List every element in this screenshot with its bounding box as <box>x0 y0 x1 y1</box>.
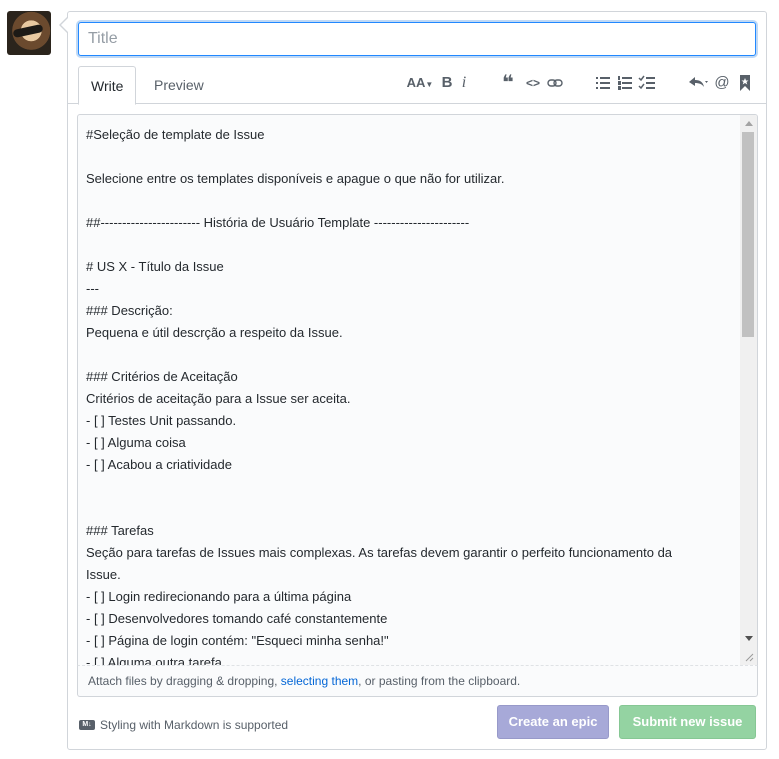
resize-handle[interactable] <box>740 648 756 664</box>
editor-line: - [ ] Desenvolvedores tomando café const… <box>86 611 388 626</box>
task-list-icon <box>638 75 655 90</box>
unordered-list-icon <box>596 77 610 89</box>
editor-line: - [ ] Login redirecionando para a última… <box>86 589 352 604</box>
editor-line: ### Descrição: <box>86 303 173 318</box>
bold-button[interactable]: B <box>440 73 454 93</box>
ordered-list-button[interactable] <box>617 73 633 93</box>
reply-button[interactable] <box>687 73 711 93</box>
editor-line: ##----------------------- História de Us… <box>86 215 470 230</box>
markdown-support-note[interactable]: M↓ Styling with Markdown is supported <box>79 716 288 734</box>
editor-content: #Seleção de template de Issue Selecione e… <box>86 124 734 666</box>
user-avatar <box>7 11 51 55</box>
markdown-icon: M↓ <box>79 720 95 730</box>
editor-line: - [ ] Alguma outra tarefa <box>86 655 222 666</box>
editor-scrollbar[interactable] <box>740 115 757 665</box>
link-button[interactable] <box>547 73 565 93</box>
mention-button[interactable]: @ <box>714 73 730 93</box>
code-icon: <> <box>525 76 540 90</box>
attach-text-end: , or pasting from the clipboard. <box>358 674 521 688</box>
scroll-up-icon[interactable] <box>745 121 753 126</box>
create-epic-button[interactable]: Create an epic <box>497 705 609 739</box>
editor-line: ### Critérios de Aceitação <box>86 369 238 384</box>
editor-line: Critérios de aceitação para a Issue ser … <box>86 391 351 406</box>
editor-line: ### Tarefas <box>86 523 154 538</box>
unordered-list-button[interactable] <box>595 73 611 93</box>
comment-body-textarea[interactable]: #Seleção de template de Issue Selecione e… <box>77 114 758 666</box>
editor-line: Seção para tarefas de Issues mais comple… <box>86 545 673 560</box>
editor-line: Selecione entre os templates disponíveis… <box>86 171 505 186</box>
saved-reply-button[interactable] <box>738 73 752 93</box>
tab-preview[interactable]: Preview <box>142 66 216 104</box>
editor-line: - [ ] Acabou a criatividade <box>86 457 232 472</box>
reply-icon <box>689 77 708 87</box>
editor-line: #Seleção de template de Issue <box>86 127 265 142</box>
code-button[interactable]: <> <box>524 73 542 93</box>
select-files-link[interactable]: selecting them <box>281 674 358 688</box>
quote-icon: ❝ <box>502 72 514 94</box>
editor-line: # US X - Título da Issue <box>86 259 224 274</box>
markdown-note-text: Styling with Markdown is supported <box>100 718 289 732</box>
task-list-button[interactable] <box>638 73 656 93</box>
editor-line: - [ ] Testes Unit passando. <box>86 413 237 428</box>
caret-down-icon: ▼ <box>425 80 434 89</box>
submit-issue-button[interactable]: Submit new issue <box>619 705 756 739</box>
scroll-down-icon[interactable] <box>745 636 753 641</box>
italic-button[interactable]: i <box>459 73 469 93</box>
header-text-button[interactable]: AA▼ <box>406 73 434 93</box>
quote-button[interactable]: ❝ <box>499 73 517 93</box>
editor-line: Issue. <box>86 567 121 582</box>
link-icon <box>547 79 563 87</box>
tab-write[interactable]: Write <box>78 66 137 105</box>
scrollbar-thumb[interactable] <box>742 132 754 337</box>
resize-grip-icon <box>745 653 754 662</box>
attach-text: Attach files by dragging & dropping, <box>88 674 281 688</box>
mention-icon: @ <box>714 74 730 91</box>
editor-line: Pequena e útil descrção a respeito da Is… <box>86 325 343 340</box>
attach-files-bar[interactable]: Attach files by dragging & dropping, sel… <box>77 666 758 697</box>
editor-line: --- <box>86 281 99 296</box>
editor-line: - [ ] Página de login contém: "Esqueci m… <box>86 633 389 648</box>
editor-line: - [ ] Alguma coisa <box>86 435 186 450</box>
bookmark-icon <box>740 75 750 91</box>
title-input[interactable] <box>78 22 756 56</box>
ordered-list-icon <box>618 76 632 90</box>
